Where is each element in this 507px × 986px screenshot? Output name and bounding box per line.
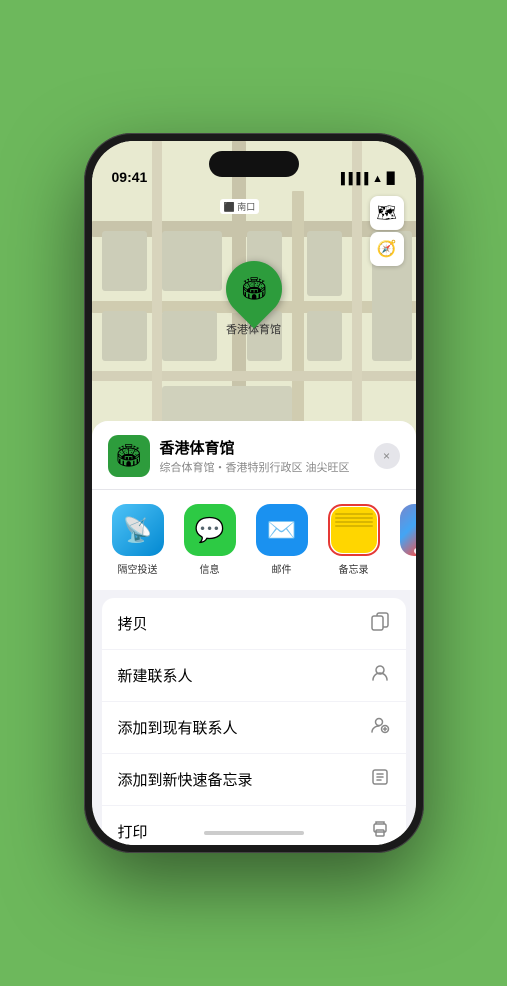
sheet-header: 🏟 香港体育馆 综合体育馆・香港特别行政区 油尖旺区 × [92,421,416,490]
bottom-sheet: 🏟 香港体育馆 综合体育馆・香港特别行政区 油尖旺区 × 📡 隔空投送 [92,421,416,845]
copy-icon [370,611,390,636]
marker-pin: 🏟 [214,249,293,328]
notes-line-3 [335,521,373,523]
add-existing-label: 添加到现有联系人 [118,717,238,738]
messages-icon: 💬 [184,504,236,556]
notes-line-2 [335,517,373,519]
home-indicator [204,831,304,835]
dynamic-island [209,151,299,177]
battery-icon: ▉ [387,172,395,185]
airdrop-symbol: 📡 [123,516,153,545]
new-contact-icon [370,663,390,688]
map-north-label: ⬛ 南口 [220,199,260,214]
messages-symbol: 💬 [195,516,225,545]
more-icon [400,504,416,556]
notes-icon [331,507,377,553]
venue-description: 综合体育馆・香港特别行政区 油尖旺区 [160,459,364,475]
share-more[interactable]: 推 [392,504,416,576]
share-row: 📡 隔空投送 💬 信息 ✉️ 邮件 [92,490,416,590]
menu-item-print[interactable]: 打印 [102,806,406,845]
share-airdrop[interactable]: 📡 隔空投送 [104,504,172,576]
status-time: 09:41 [112,169,148,185]
notes-label: 备忘录 [339,561,369,576]
menu-section: 拷贝 新建联系人 [102,598,406,845]
menu-item-add-notes[interactable]: 添加到新快速备忘录 [102,754,406,806]
print-label: 打印 [118,821,148,842]
share-mail[interactable]: ✉️ 邮件 [248,504,316,576]
share-notes[interactable]: 备忘录 [320,504,388,576]
menu-item-copy[interactable]: 拷贝 [102,598,406,650]
menu-item-new-contact[interactable]: 新建联系人 [102,650,406,702]
close-button[interactable]: × [374,443,400,469]
print-icon [370,819,390,844]
messages-label: 信息 [200,561,220,576]
map-type-icon: 🗺 [376,203,396,223]
airdrop-label: 隔空投送 [118,561,158,576]
location-button[interactable]: 🧭 [370,232,404,266]
add-notes-label: 添加到新快速备忘录 [118,769,253,790]
mail-icon: ✉️ [256,504,308,556]
venue-icon: 🏟 [108,435,150,477]
signal-icon: ▐▐▐▐ [337,173,368,185]
add-notes-icon [370,767,390,792]
phone-frame: 09:41 ▐▐▐▐ ▲ ▉ [84,133,424,853]
notes-line-1 [335,513,373,515]
copy-label: 拷贝 [118,613,148,634]
mail-label: 邮件 [272,561,292,576]
wifi-icon: ▲ [372,173,383,185]
map-type-button[interactable]: 🗺 [370,196,404,230]
location-icon: 🧭 [377,239,397,259]
mail-symbol: ✉️ [267,516,297,545]
venue-info: 香港体育馆 综合体育馆・香港特别行政区 油尖旺区 [160,437,364,475]
venue-name: 香港体育馆 [160,437,364,458]
add-existing-icon [370,715,390,740]
menu-item-add-existing[interactable]: 添加到现有联系人 [102,702,406,754]
location-marker: 🏟 香港体育馆 [226,261,282,337]
new-contact-label: 新建联系人 [118,665,193,686]
share-messages[interactable]: 💬 信息 [176,504,244,576]
venue-pin-icon: 🏟 [240,276,268,302]
status-icons: ▐▐▐▐ ▲ ▉ [337,172,396,185]
notes-line-4 [335,525,373,527]
map-controls: 🗺 🧭 [370,196,404,266]
venue-icon-symbol: 🏟 [115,443,143,469]
direction-icon: ⬛ [224,202,235,212]
airdrop-icon: 📡 [112,504,164,556]
phone-screen: 09:41 ▐▐▐▐ ▲ ▉ [92,141,416,845]
